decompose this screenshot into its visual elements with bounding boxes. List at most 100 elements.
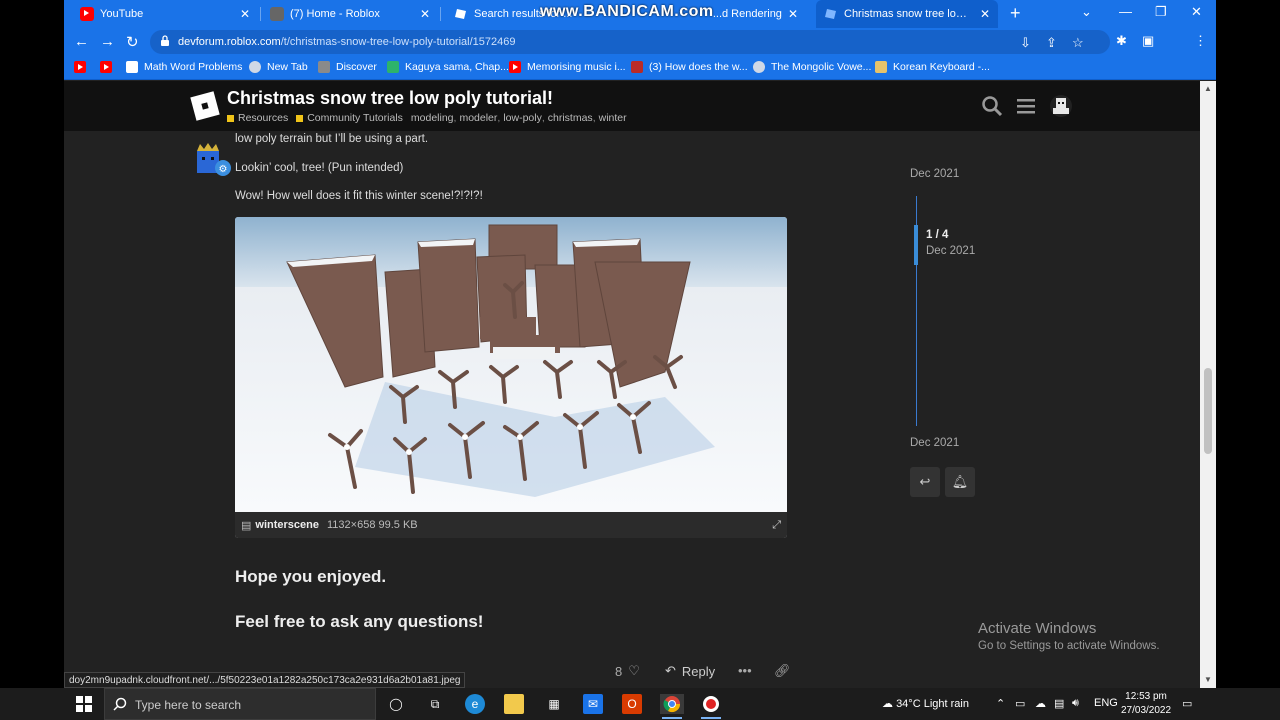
address-toolbar: ← → ↻ devforum.roblox.com/t/christmas-sn… [64, 28, 1216, 56]
author-avatar[interactable]: ⚙ [194, 141, 232, 179]
heart-icon: ♡ [628, 663, 640, 678]
address-bar[interactable]: devforum.roblox.com/t/christmas-snow-tre… [150, 30, 1110, 54]
category-label: Resources [238, 112, 289, 124]
tag-modeler[interactable]: modeler [459, 112, 497, 124]
expand-icon[interactable]: ⤢ [772, 519, 781, 532]
bookmark-kaguya[interactable]: Kaguya sama, Chap... [387, 61, 509, 73]
restore-icon[interactable]: ❐ [1155, 4, 1167, 20]
share-icon[interactable]: ⇪ [1046, 35, 1057, 51]
reload-icon[interactable]: ↻ [126, 33, 139, 51]
menu-kebab-icon[interactable]: ⋮ [1194, 33, 1207, 49]
back-arrow-icon[interactable]: ← [74, 33, 89, 50]
mail-icon[interactable]: ✉ [583, 694, 603, 714]
cloud-rain-icon: ☁ [882, 698, 893, 710]
clock[interactable]: 12:53 pm 27/03/2022 [1121, 690, 1171, 718]
taskbar-search[interactable]: Type here to search [104, 688, 376, 720]
scroll-thumb[interactable] [1204, 368, 1212, 454]
quora-icon [631, 61, 643, 73]
install-icon[interactable]: ⇩ [1020, 35, 1031, 51]
bookmark-math-word-problems[interactable]: Math Word Problems [126, 61, 242, 73]
close-window-icon[interactable]: ✕ [1191, 4, 1202, 20]
windows-start-icon[interactable] [76, 696, 92, 712]
bookmark-label: Discover [336, 61, 377, 73]
reply-arrow-icon[interactable]: ↩ [910, 467, 940, 497]
close-icon[interactable]: ✕ [420, 7, 430, 21]
tag-modeling[interactable]: modeling [411, 112, 454, 124]
close-icon[interactable]: ✕ [240, 7, 250, 21]
weather-widget[interactable]: ☁ 34°C Light rain [882, 697, 969, 710]
category-community-tutorials[interactable]: Community Tutorials [296, 112, 403, 124]
edge-icon[interactable]: e [465, 694, 485, 714]
new-tab-button[interactable]: + [1010, 3, 1021, 23]
timeline-top-date[interactable]: Dec 2021 [910, 168, 959, 180]
roblox-logo[interactable] [190, 91, 220, 121]
more-dots-icon[interactable]: ••• [738, 663, 752, 678]
scroll-up-icon[interactable]: ▲ [1204, 84, 1212, 93]
clock-date: 27/03/2022 [1121, 705, 1172, 716]
doc-icon [318, 61, 330, 73]
bookmark-icon [387, 61, 399, 73]
tray-chevron-icon[interactable]: ⌃ [996, 697, 1005, 710]
tag-christmas[interactable]: christmas [548, 112, 593, 124]
bookmark-memorising-music[interactable]: Memorising music i... [509, 61, 626, 73]
extensions-icon[interactable]: ✱ [1116, 33, 1127, 49]
reply-arrow-icon: ↶ [665, 663, 676, 678]
activate-windows-title: Activate Windows [978, 620, 1097, 637]
hamburger-menu-icon[interactable] [1015, 95, 1037, 117]
search-icon[interactable] [981, 95, 1003, 117]
bookmark-label: New Tab [267, 61, 308, 73]
search-icon [113, 697, 127, 711]
timeline-bottom-date[interactable]: Dec 2021 [910, 437, 959, 449]
bookmark-discover[interactable]: Discover [318, 61, 377, 73]
tag-winter[interactable]: winter [599, 112, 627, 124]
file-explorer-icon[interactable] [504, 694, 524, 714]
category-resources[interactable]: Resources [227, 112, 288, 124]
page-scrollbar[interactable]: ▲ ▼ [1200, 81, 1216, 688]
side-panel-icon[interactable]: ▣ [1142, 33, 1154, 49]
chrome-icon[interactable] [660, 694, 684, 714]
tab-youtube[interactable]: YouTube ✕ [72, 0, 258, 28]
minimize-icon[interactable]: — [1119, 4, 1132, 19]
post-text-partial: low poly terrain but I’ll be using a par… [235, 133, 429, 145]
bookmark-korean-keyboard[interactable]: Korean Keyboard -... [875, 61, 990, 73]
bell-icon[interactable]: 🔔︎ [945, 467, 975, 497]
forward-arrow-icon[interactable]: → [100, 33, 115, 50]
bookmark-youtube-2[interactable] [100, 61, 118, 73]
office-icon[interactable]: O [622, 694, 642, 714]
activate-windows-subtitle: Go to Settings to activate Windows. [978, 640, 1160, 652]
timeline-handle[interactable] [914, 225, 918, 265]
network-icon[interactable]: ▤ [1054, 697, 1064, 710]
volume-icon[interactable]: 🔊︎ [1072, 697, 1079, 710]
close-icon[interactable]: ✕ [980, 7, 990, 21]
bandicam-record-icon[interactable] [701, 694, 721, 714]
language-indicator[interactable]: ENG [1094, 697, 1118, 709]
winter-scene-render [235, 217, 787, 512]
tab-roblox-home[interactable]: (7) Home - Roblox ✕ [262, 0, 438, 28]
bookmark-label: The Mongolic Vowe... [771, 61, 872, 73]
like-count: 8 [615, 663, 623, 679]
reply-button[interactable]: ↶ Reply [665, 663, 715, 679]
link-icon[interactable]: 🔗︎ [774, 663, 791, 679]
star-icon[interactable]: ☆ [1072, 35, 1084, 51]
user-avatar[interactable] [1049, 94, 1073, 118]
cortana-icon[interactable]: ◯ [386, 694, 406, 714]
tray-meet-icon[interactable]: ▭ [1015, 697, 1025, 710]
task-view-icon[interactable]: ⧉ [425, 694, 445, 714]
bookmark-mongolic-vowel[interactable]: The Mongolic Vowe... [753, 61, 871, 73]
bookmark-label: Korean Keyboard -... [893, 61, 990, 73]
onedrive-icon[interactable]: ☁ [1035, 697, 1046, 710]
tag-low-poly[interactable]: low-poly [503, 112, 542, 124]
scroll-down-icon[interactable]: ▼ [1204, 675, 1212, 684]
topic-title[interactable]: Christmas snow tree low poly tutorial! [227, 88, 553, 109]
bookmark-new-tab[interactable]: New Tab [249, 61, 308, 73]
store-icon[interactable]: ▦ [544, 694, 564, 714]
notifications-icon[interactable]: ▭ [1182, 697, 1192, 710]
bookmark-youtube-1[interactable] [74, 61, 92, 73]
close-icon[interactable]: ✕ [788, 7, 798, 21]
bookmark-quora[interactable]: (3) How does the w... [631, 61, 748, 73]
taskbar-search-placeholder: Type here to search [135, 698, 242, 712]
like-button[interactable]: 8 ♡ [615, 663, 640, 679]
tab-search-chevron-icon[interactable]: ⌄ [1081, 4, 1092, 20]
tab-active-christmas[interactable]: Christmas snow tree low poly tu ✕ [816, 0, 998, 28]
winterscene-image[interactable]: ▤ winterscene 1132×658 99.5 KB ⤢ [235, 217, 787, 538]
